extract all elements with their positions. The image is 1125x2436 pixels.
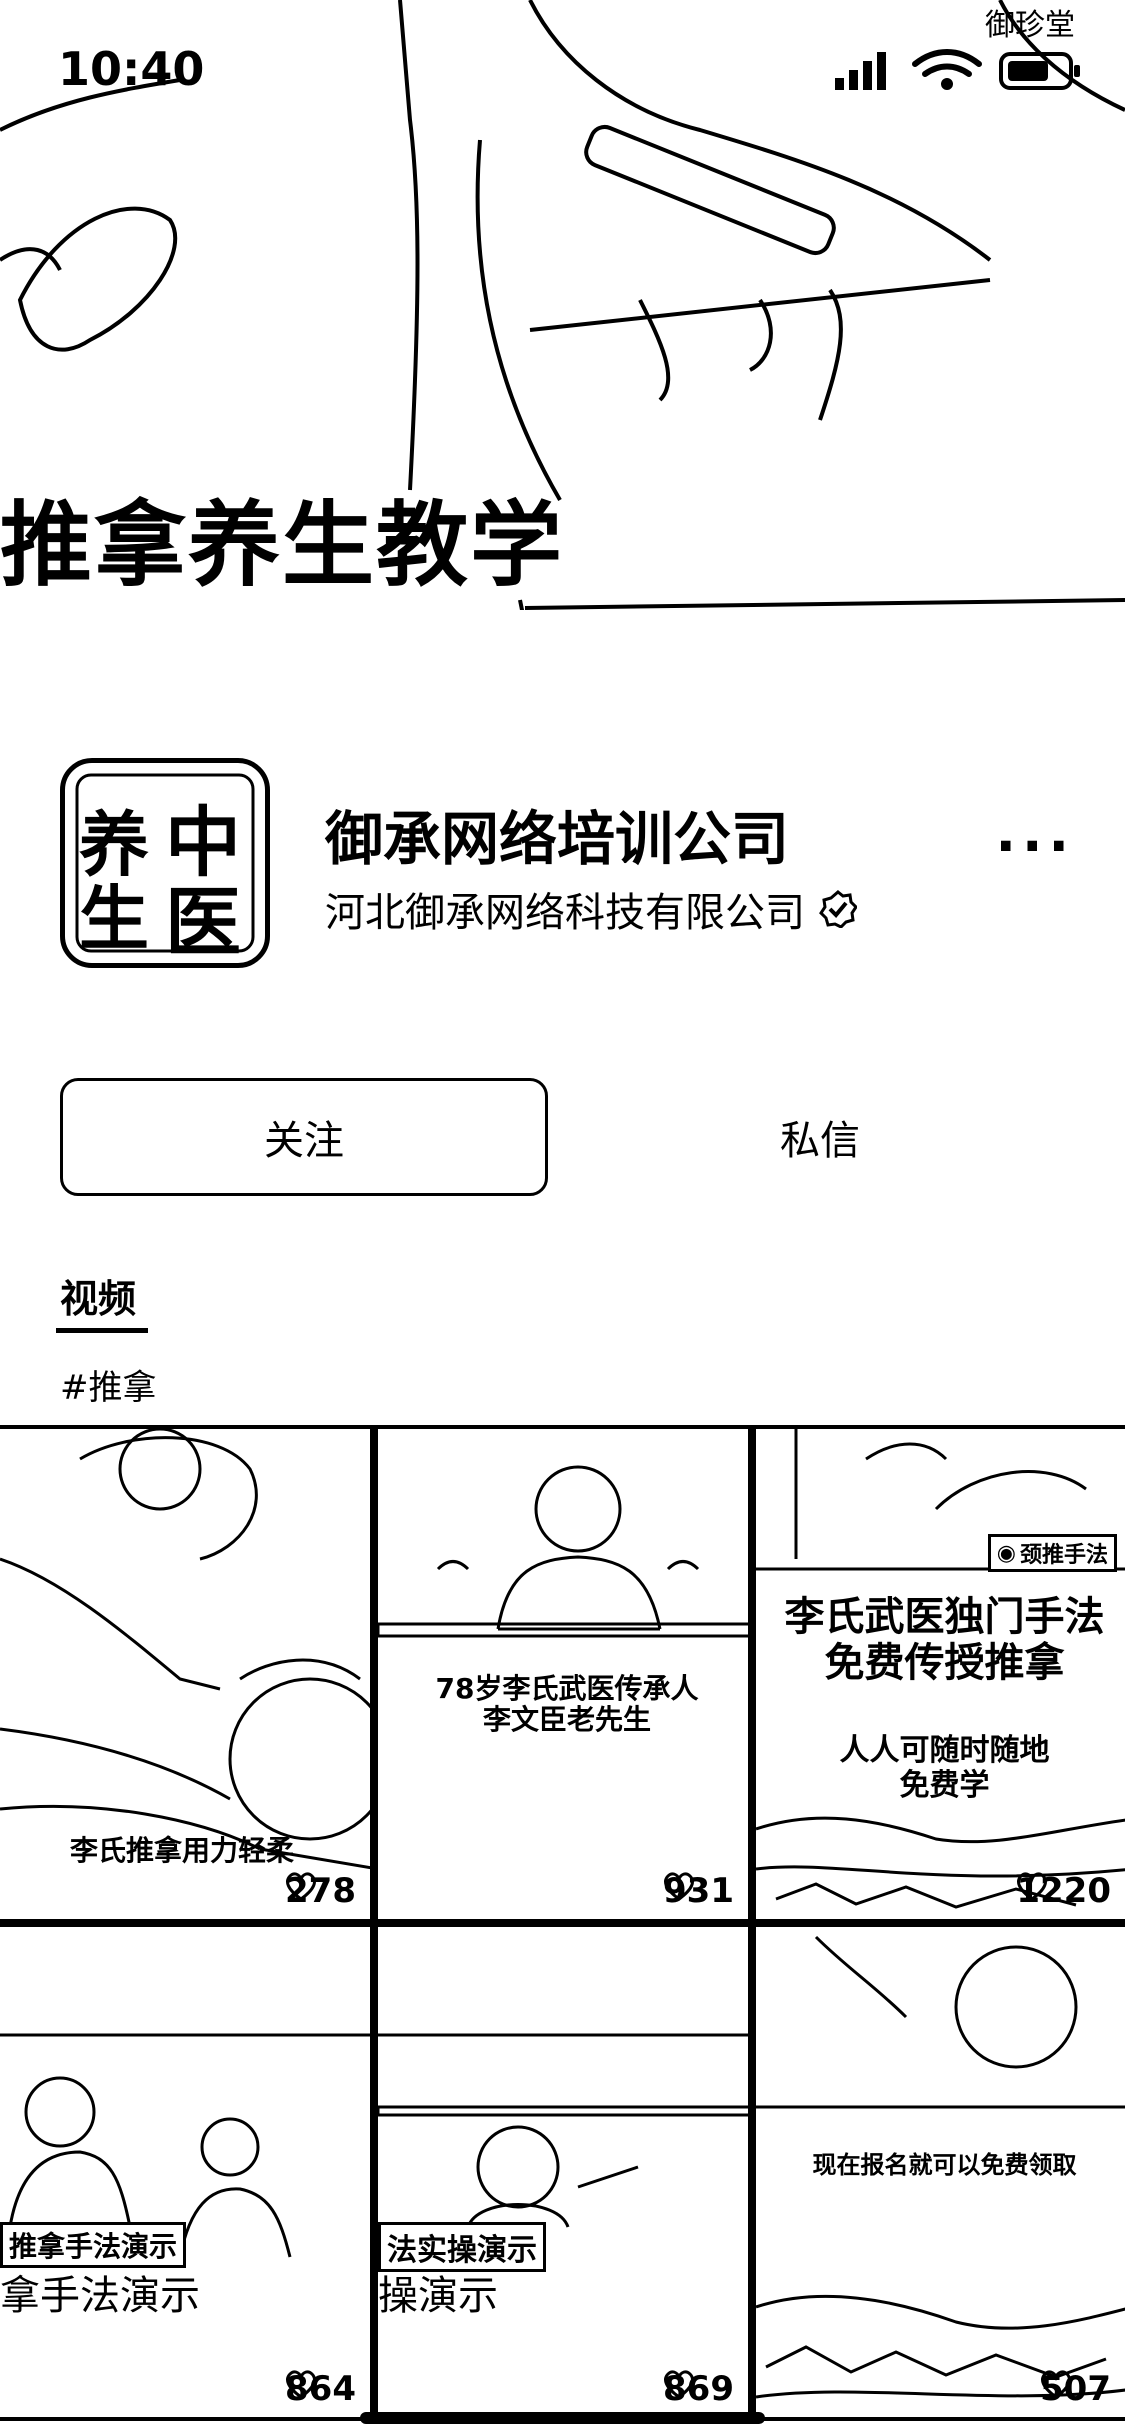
company-name: 河北御承网络科技有限公司 bbox=[325, 890, 805, 936]
cover-corner-text: 御珍堂 bbox=[985, 8, 1075, 43]
heart-icon bbox=[1041, 2370, 1071, 2399]
heart-icon bbox=[286, 2370, 316, 2399]
video-caption: 现在报名就可以免费领取 bbox=[812, 2151, 1077, 2179]
like-count: 278 bbox=[285, 1871, 356, 1911]
like-count: 869 bbox=[663, 2369, 734, 2409]
status-icons bbox=[835, 49, 1080, 90]
heart-icon bbox=[286, 1872, 316, 1901]
video-tile[interactable]: 李氏推拿用力轻柔 278 bbox=[0, 1425, 374, 1923]
video-caption: 拿手法演示 bbox=[0, 2273, 200, 2319]
like-count: 931 bbox=[663, 1871, 734, 1911]
avatar-char-sheng: 生 bbox=[79, 877, 149, 960]
video-caption-small: 推拿手法演示 bbox=[0, 2222, 187, 2268]
status-time: 10:40 bbox=[58, 42, 205, 96]
video-caption: 操演示 bbox=[378, 2273, 498, 2319]
video-subcaption: 人人可随时随地 免费学 bbox=[839, 1733, 1050, 1803]
company-row: 河北御承网络科技有限公司 bbox=[325, 880, 857, 938]
like-count: 1220 bbox=[1016, 1871, 1111, 1911]
video-tile[interactable]: ◉ 颈推手法 李氏武医独门手法 免费传授推拿 人人可随时随地 免费学 1220 bbox=[752, 1425, 1125, 1923]
video-tile[interactable]: 推拿手法演示 拿手法演示 864 bbox=[0, 1923, 374, 2421]
like-count: 864 bbox=[285, 2369, 356, 2409]
more-options-button[interactable]: ··· bbox=[995, 815, 1075, 878]
video-tile[interactable]: 法实操演示 操演示 869 bbox=[374, 1923, 752, 2421]
tab-active-indicator bbox=[56, 1328, 148, 1333]
follow-button[interactable]: 关注 bbox=[60, 1078, 548, 1196]
profile-name: 御承网络培训公司 bbox=[325, 805, 790, 873]
cover-title: 推拿养生教学 bbox=[0, 492, 565, 599]
battery-icon bbox=[999, 52, 1080, 90]
signal-icon bbox=[835, 52, 886, 90]
heart-icon bbox=[664, 1872, 694, 1901]
avatar[interactable]: 中 医 养 生 bbox=[60, 758, 270, 968]
video-thumbnail bbox=[0, 2033, 370, 2258]
video-caption: 李氏武医独门手法 免费传授推拿 bbox=[784, 1594, 1105, 1686]
message-button[interactable]: 私信 bbox=[640, 1078, 1000, 1196]
badge-text: 颈推手法 bbox=[1019, 1543, 1108, 1568]
avatar-char-yi: 医 bbox=[165, 878, 241, 967]
heart-icon bbox=[1017, 1872, 1048, 1901]
video-thumbnail bbox=[378, 2033, 748, 2228]
video-tile[interactable]: 78岁李氏武医传承人 李文臣老先生 931 bbox=[374, 1425, 752, 1923]
video-badge: ◉ 颈推手法 bbox=[987, 1534, 1117, 1572]
wifi-icon bbox=[912, 49, 982, 90]
home-indicator[interactable] bbox=[360, 2412, 765, 2424]
video-caption: 李氏推拿用力轻柔 bbox=[70, 1834, 295, 1867]
like-count: 507 bbox=[1040, 2369, 1111, 2409]
video-caption: 78岁李氏武医传承人 李文臣老先生 bbox=[435, 1672, 699, 1736]
video-tile[interactable]: 现在报名就可以免费领取 507 bbox=[752, 1923, 1125, 2421]
badge-icon: ◉ bbox=[996, 1540, 1016, 1566]
tab-videos[interactable]: 视频 bbox=[60, 1268, 136, 1323]
heart-icon bbox=[664, 2370, 694, 2399]
verified-icon bbox=[819, 890, 857, 928]
hashtag-filter[interactable]: #推拿 bbox=[60, 1360, 157, 1409]
